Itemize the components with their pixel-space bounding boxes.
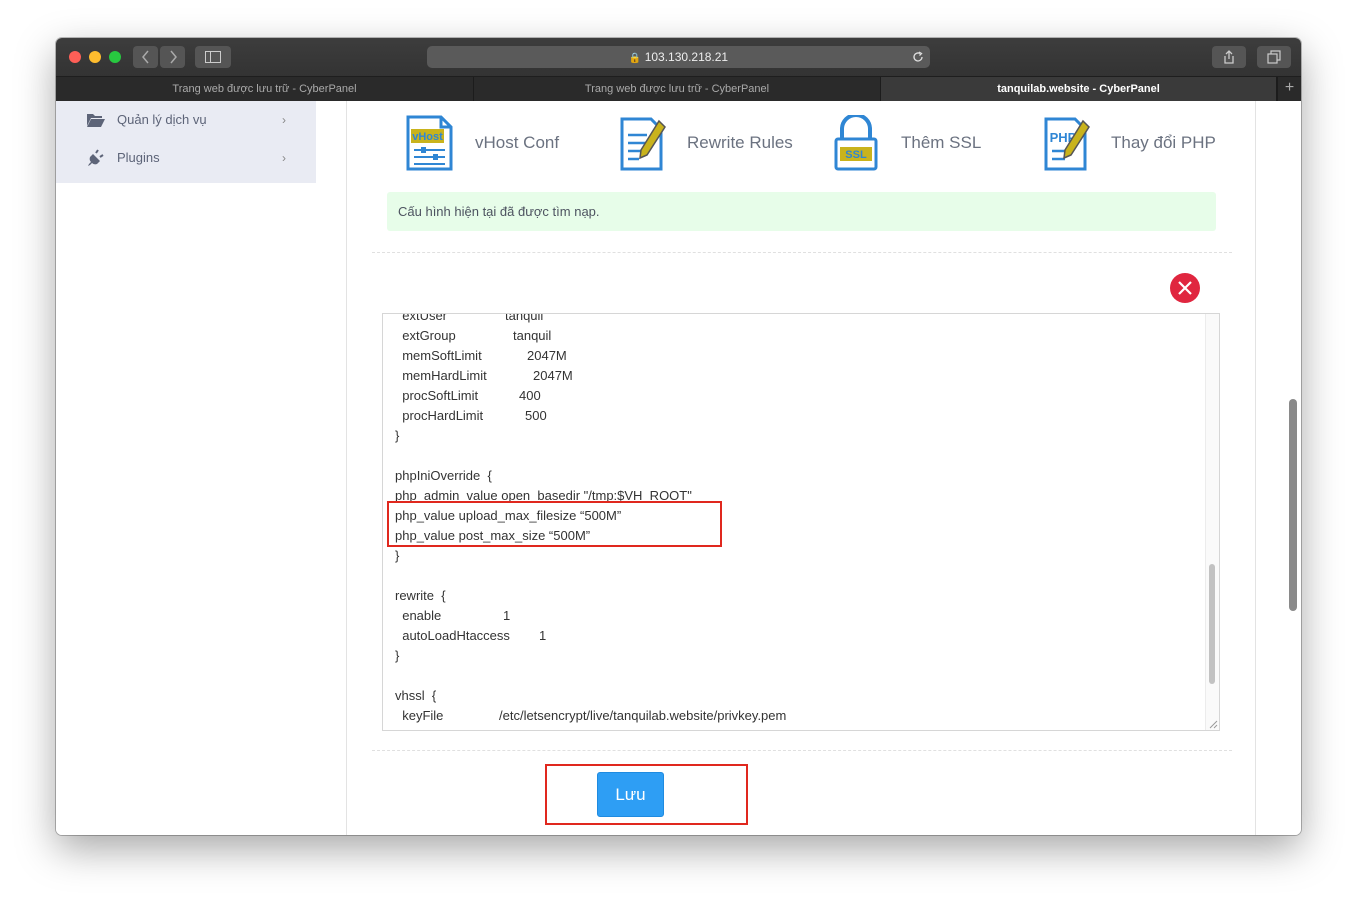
svg-text:SSL: SSL <box>845 149 867 161</box>
tab-hosted-sites-2[interactable]: Trang web được lưu trữ - CyberPanel <box>474 77 881 101</box>
chevron-left-icon <box>141 50 149 64</box>
browser-window: 🔒 103.130.218.21 Trang web được lưu trữ … <box>56 38 1301 835</box>
tabs-icon <box>1267 50 1281 64</box>
save-button[interactable]: Lưu <box>597 772 664 817</box>
code-line: extGroup tanquil <box>395 328 552 343</box>
share-icon <box>1224 50 1234 64</box>
ssl-lock-icon: SSL <box>834 115 878 171</box>
php-icon: PHP <box>1044 117 1090 171</box>
close-editor-button[interactable] <box>1170 273 1200 303</box>
code-line: vhssl { <box>395 688 437 703</box>
sidebar: Quản lý dịch vụ › Plugins › <box>56 101 316 183</box>
editor-scrollbar[interactable] <box>1205 314 1219 730</box>
chevron-right-icon <box>169 50 177 64</box>
sidebar-item-plugins[interactable]: Plugins › <box>86 146 286 170</box>
code-line: memHardLimit 2047M <box>395 368 573 383</box>
code-line: keyFile/etc/letsencrypt/live/tanquilab.w… <box>395 708 787 723</box>
tool-vhost-conf[interactable]: vHost vHost Conf <box>405 115 595 171</box>
rewrite-rules-icon <box>620 117 666 171</box>
svg-text:vHost: vHost <box>412 131 443 143</box>
main-panel: vHost vHost Conf Rewrite Rules SSL Thêm … <box>346 101 1256 835</box>
lock-icon: 🔒 <box>628 53 642 64</box>
code-line: enable 1 <box>395 608 511 623</box>
tab-hosted-sites-1[interactable]: Trang web được lưu trữ - CyberPanel <box>56 77 474 101</box>
code-line: extUser tanquil <box>395 313 544 323</box>
close-window-button[interactable] <box>69 51 81 63</box>
editor-scrollbar-thumb[interactable] <box>1209 564 1215 684</box>
sidebar-icon <box>205 51 221 63</box>
page-scrollbar-thumb[interactable] <box>1289 399 1297 611</box>
chevron-right-icon: › <box>282 151 286 165</box>
share-button[interactable] <box>1212 46 1246 68</box>
sidebar-toggle-button[interactable] <box>195 46 231 68</box>
reload-icon[interactable] <box>912 51 924 63</box>
tab-tanquilab[interactable]: tanquilab.website - CyberPanel <box>881 77 1277 101</box>
code-line: } <box>395 548 400 563</box>
chevron-right-icon: › <box>282 113 286 127</box>
vhost-icon: vHost <box>406 115 453 171</box>
success-alert: Cấu hình hiện tại đã được tìm nạp. <box>387 192 1216 231</box>
forward-button[interactable] <box>160 46 185 68</box>
code-line: memSoftLimit 2047M <box>395 348 567 363</box>
close-icon <box>1178 281 1192 295</box>
title-bar: 🔒 103.130.218.21 <box>56 38 1301 76</box>
tab-bar: Trang web được lưu trữ - CyberPanel Tran… <box>56 76 1301 101</box>
resize-handle-icon[interactable] <box>1208 719 1218 729</box>
new-tab-button[interactable]: + <box>1277 77 1301 101</box>
folder-open-icon <box>87 114 105 127</box>
code-line: autoLoadHtaccess 1 <box>395 628 547 643</box>
highlight-box-php-values <box>387 501 722 547</box>
alert-message: Cấu hình hiện tại đã được tìm nạp. <box>398 204 600 219</box>
tool-change-php[interactable]: PHP Thay đổi PHP <box>1041 115 1241 171</box>
url-text: 103.130.218.21 <box>644 50 729 64</box>
tool-add-ssl[interactable]: SSL Thêm SSL <box>831 115 991 171</box>
divider <box>372 750 1232 751</box>
page-content: Quản lý dịch vụ › Plugins › vHost vHost … <box>56 101 1301 835</box>
tool-rewrite-rules[interactable]: Rewrite Rules <box>617 115 817 171</box>
back-button[interactable] <box>133 46 158 68</box>
tab-overview-button[interactable] <box>1257 46 1291 68</box>
code-line: } <box>395 428 400 443</box>
minimize-window-button[interactable] <box>89 51 101 63</box>
code-line: } <box>395 648 400 663</box>
address-bar[interactable]: 🔒 103.130.218.21 <box>427 46 930 68</box>
divider <box>372 252 1232 253</box>
zoom-window-button[interactable] <box>109 51 121 63</box>
plug-icon <box>88 149 104 166</box>
code-line: procSoftLimit 400 <box>395 388 541 403</box>
sidebar-item-service-management[interactable]: Quản lý dịch vụ › <box>86 108 286 132</box>
code-line: procHardLimit 500 <box>395 408 547 423</box>
code-line: rewrite { <box>395 588 446 603</box>
code-line: phpIniOverride { <box>395 468 492 483</box>
